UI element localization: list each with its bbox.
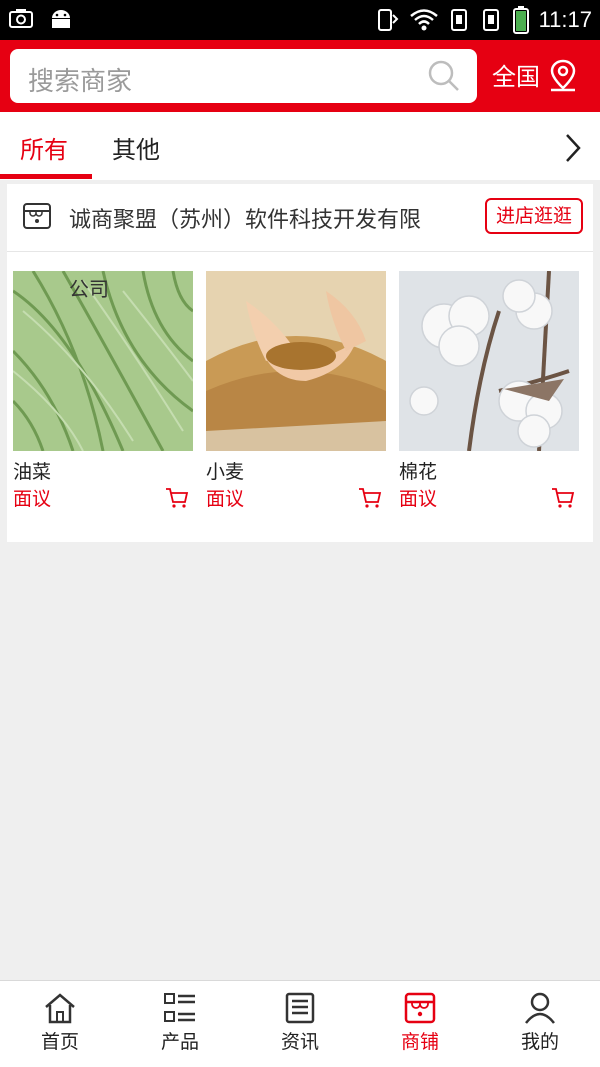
list-icon xyxy=(120,991,240,1025)
app-header: 搜索商家 全国 xyxy=(0,40,600,112)
product-image-wheat[interactable] xyxy=(206,271,386,451)
cart-icon[interactable] xyxy=(165,487,189,513)
region-selector[interactable]: 全国 xyxy=(492,57,578,92)
product-item[interactable]: 小麦 面议 xyxy=(206,271,386,510)
region-label: 全国 xyxy=(492,63,540,91)
nav-stores-label: 商铺 xyxy=(400,1031,439,1053)
tab-active-indicator xyxy=(0,174,92,179)
screenshot-icon xyxy=(8,6,34,32)
user-icon xyxy=(480,991,600,1025)
category-tabs: 所有 其他 xyxy=(0,112,600,180)
home-icon xyxy=(0,991,120,1025)
product-price: 面议 xyxy=(399,488,438,510)
product-image-overlay-text: 公司 xyxy=(69,277,109,301)
android-icon xyxy=(48,6,74,32)
nav-stores[interactable]: 商铺 xyxy=(360,981,480,1067)
tab-other[interactable]: 其他 xyxy=(112,130,160,165)
product-item[interactable]: 公司 油菜 面议 xyxy=(13,271,193,510)
product-name: 油菜 xyxy=(13,461,52,483)
product-price: 面议 xyxy=(206,488,245,510)
vibrate-icon xyxy=(375,7,399,33)
nav-home-label: 首页 xyxy=(40,1031,79,1053)
product-name: 小麦 xyxy=(206,461,245,483)
tab-all[interactable]: 所有 xyxy=(20,130,68,165)
cart-icon[interactable] xyxy=(551,487,575,513)
nav-profile-label: 我的 xyxy=(520,1031,559,1053)
enter-shop-button[interactable]: 进店逛逛 xyxy=(485,198,583,234)
news-icon xyxy=(240,991,360,1025)
bottom-nav: 首页 产品 资讯 商铺 我的 xyxy=(0,980,600,1067)
location-pin-icon xyxy=(548,58,578,92)
product-image-cotton[interactable] xyxy=(399,271,579,451)
nav-home[interactable]: 首页 xyxy=(0,981,120,1067)
shop-name: 诚商聚盟（苏州）软件科技开发有限 xyxy=(69,208,422,233)
shop-card: 诚商聚盟（苏州）软件科技开发有限 进店逛逛 公司 油菜 面议 小麦 面议 棉花 … xyxy=(7,184,593,542)
search-input[interactable]: 搜索商家 xyxy=(10,49,477,103)
status-time: 11:17 xyxy=(538,7,592,32)
store-icon xyxy=(360,991,480,1025)
shop-header[interactable]: 诚商聚盟（苏州）软件科技开发有限 进店逛逛 xyxy=(7,184,593,252)
search-icon[interactable] xyxy=(427,59,461,97)
nav-news-label: 资讯 xyxy=(280,1031,319,1053)
nav-news[interactable]: 资讯 xyxy=(240,981,360,1067)
cart-icon[interactable] xyxy=(358,487,382,513)
nav-profile[interactable]: 我的 xyxy=(480,981,600,1067)
wifi-icon xyxy=(409,8,439,32)
sim2-icon xyxy=(481,7,503,33)
product-image-rapeseed[interactable]: 公司 xyxy=(13,271,193,451)
chevron-right-icon[interactable] xyxy=(562,132,584,168)
status-bar: 11:17 xyxy=(0,0,600,40)
product-price: 面议 xyxy=(13,488,52,510)
nav-products-label: 产品 xyxy=(160,1031,199,1053)
store-icon xyxy=(21,200,53,236)
product-name: 棉花 xyxy=(399,461,438,483)
nav-products[interactable]: 产品 xyxy=(120,981,240,1067)
sim1-icon xyxy=(449,7,471,33)
battery-icon xyxy=(512,6,529,34)
search-placeholder: 搜索商家 xyxy=(28,67,133,97)
product-item[interactable]: 棉花 面议 xyxy=(399,271,579,510)
